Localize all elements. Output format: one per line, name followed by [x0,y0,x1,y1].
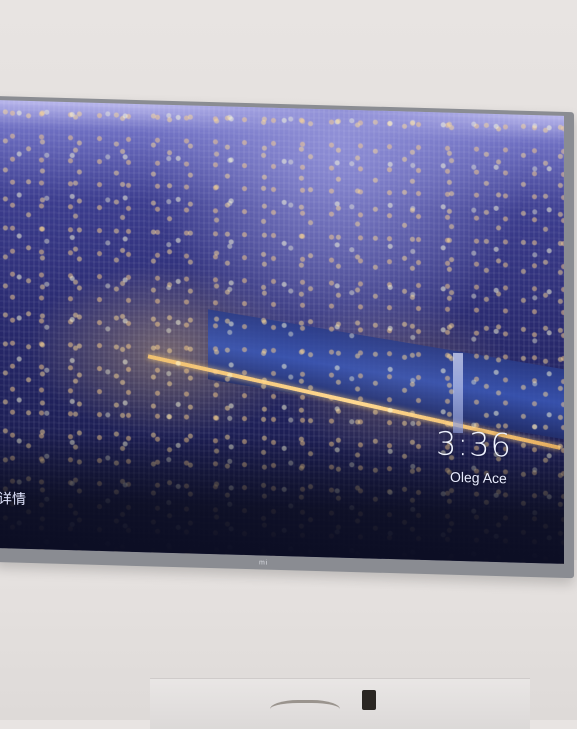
power-adapter [362,690,376,710]
brand-logo: mi [259,559,269,567]
tv-screen[interactable]: 详情 3:36 Oleg Ace [0,100,564,564]
screensaver-clock: 3:36 [436,424,512,465]
tv-cabinet-niche [150,678,530,729]
screensaver-caption[interactable]: 详情 [0,488,26,509]
wallpaper-tower [453,352,463,434]
screensaver-user-name: Oleg Ace [450,468,507,487]
television: 详情 3:36 Oleg Ace mi [0,96,574,579]
